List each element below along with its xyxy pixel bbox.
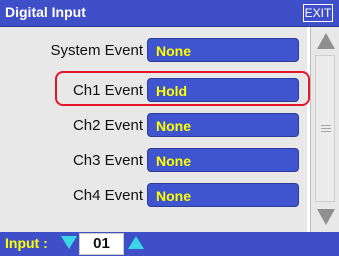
- triangle-down-icon[interactable]: [317, 209, 335, 225]
- system-event-select[interactable]: None: [147, 38, 299, 62]
- ch4-event-label: Ch4 Event: [72, 187, 143, 204]
- system-event-label: System Event: [50, 42, 143, 59]
- ch3-event-label: Ch3 Event: [72, 152, 143, 169]
- input-label: Input :: [5, 235, 48, 251]
- settings-panel: System Event None Ch1 Event Hold Ch2 Eve…: [0, 27, 307, 232]
- grip-line-icon: [321, 128, 331, 129]
- input-increment-icon[interactable]: [128, 236, 144, 249]
- row-ch2-event: Ch2 Event None: [0, 113, 307, 139]
- triangle-up-icon[interactable]: [317, 33, 335, 49]
- row-system-event: System Event None: [0, 38, 307, 64]
- title-bar: Digital Input EXIT: [0, 0, 339, 27]
- footer-bar: Input :: [0, 232, 339, 256]
- scrollbar[interactable]: [310, 27, 339, 232]
- grip-line-icon: [321, 125, 331, 126]
- row-ch3-event: Ch3 Event None: [0, 148, 307, 174]
- grip-line-icon: [321, 131, 331, 132]
- input-number-value[interactable]: 01: [79, 233, 124, 255]
- page-title: Digital Input: [5, 4, 86, 20]
- ch4-event-select[interactable]: None: [147, 183, 299, 207]
- input-decrement-icon[interactable]: [61, 236, 77, 249]
- scroll-thumb[interactable]: [315, 55, 335, 202]
- ch2-event-select[interactable]: None: [147, 113, 299, 137]
- row-ch4-event: Ch4 Event None: [0, 183, 307, 209]
- ch2-event-label: Ch2 Event: [72, 117, 143, 134]
- ch3-event-select[interactable]: None: [147, 148, 299, 172]
- ch1-highlight-outline: [55, 71, 310, 106]
- digital-input-screen: Digital Input EXIT System Event None Ch1…: [0, 0, 339, 256]
- exit-button[interactable]: EXIT: [303, 4, 333, 22]
